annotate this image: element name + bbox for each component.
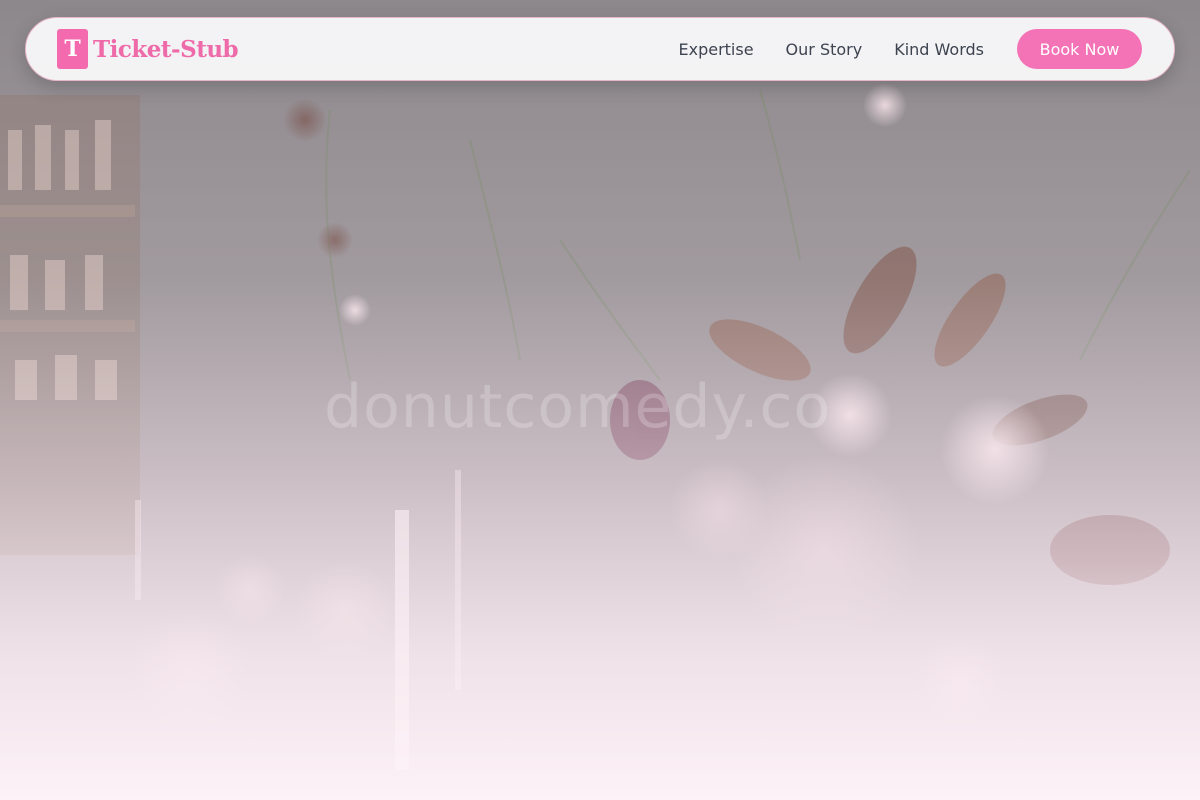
top-navbar: T Ticket-Stub Expertise Our Story Kind W… xyxy=(25,17,1175,81)
brand-logo-icon: T xyxy=(57,29,88,69)
nav-link-our-story[interactable]: Our Story xyxy=(786,40,863,59)
nav-links: Expertise Our Story Kind Words xyxy=(678,40,984,59)
brand-logo-link[interactable]: T Ticket-Stub xyxy=(57,29,239,69)
book-now-button[interactable]: Book Now xyxy=(1017,29,1142,69)
nav-link-kind-words[interactable]: Kind Words xyxy=(894,40,984,59)
watermark-text: donutcomedy.co xyxy=(324,372,832,442)
nav-link-expertise[interactable]: Expertise xyxy=(678,40,753,59)
brand-name: Ticket-Stub xyxy=(93,35,239,63)
